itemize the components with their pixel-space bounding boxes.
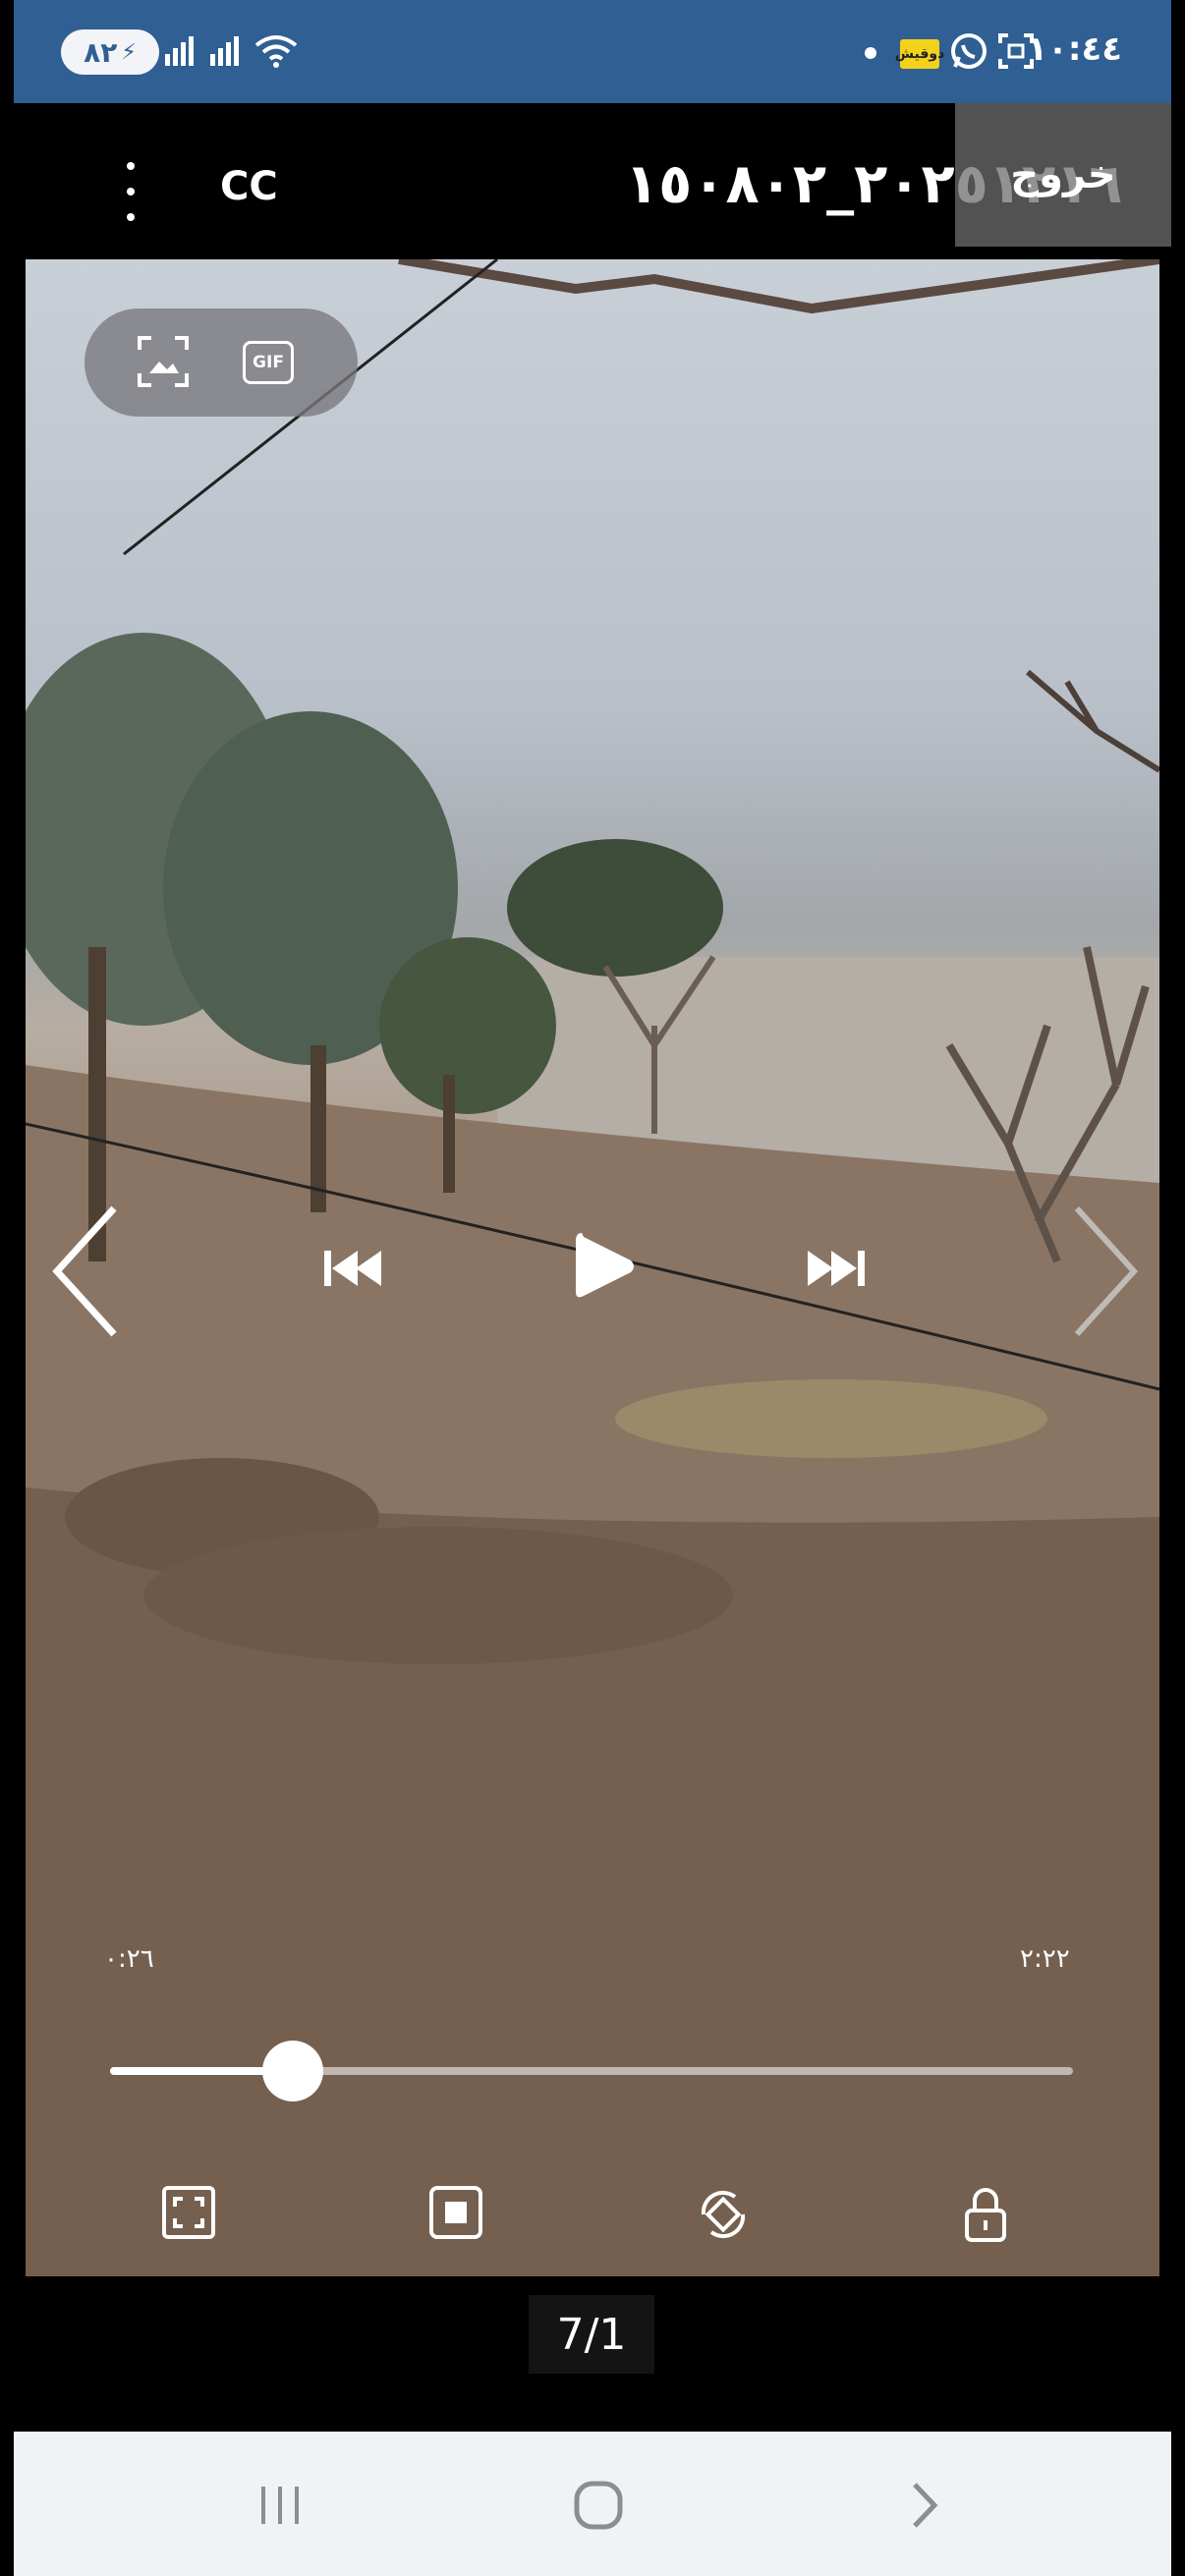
exit-button[interactable]: خروج: [955, 103, 1171, 247]
chevron-left-icon[interactable]: [45, 1203, 124, 1340]
fullscreen-icon[interactable]: [161, 2185, 220, 2244]
wifi-icon: [252, 31, 301, 71]
seek-bar[interactable]: [110, 2041, 1073, 2101]
time-elapsed: ٠:٢٦: [104, 1944, 154, 1974]
status-bar: ٨٢ ⚡ دوقيش ١٠:٤٤: [14, 0, 1171, 103]
previous-icon[interactable]: [318, 1227, 387, 1306]
gif-icon[interactable]: GIF: [240, 334, 297, 391]
seek-thumb[interactable]: [262, 2041, 324, 2101]
whatsapp-icon: [949, 31, 988, 71]
time-total: ٢:٢٢: [1020, 1944, 1070, 1974]
video-frame[interactable]: GIF ٠:٢٦ ٢:٢٢: [26, 259, 1159, 2276]
play-icon[interactable]: [562, 1227, 641, 1306]
system-nav-bar: [14, 2432, 1171, 2576]
dot-icon: [865, 47, 876, 59]
back-icon[interactable]: [890, 2471, 959, 2540]
recent-apps-icon[interactable]: [246, 2471, 314, 2540]
status-clock: ١٠:٤٤: [1027, 29, 1122, 69]
popup-player-icon[interactable]: [428, 2185, 487, 2244]
notification-badge: دوقيش: [895, 39, 944, 69]
capture-image-icon[interactable]: [136, 334, 193, 391]
battery-charging-icon: ⚡: [121, 39, 137, 65]
home-icon[interactable]: [564, 2471, 633, 2540]
capture-toolbar: GIF: [85, 308, 358, 417]
battery-level: ٨٢: [84, 35, 118, 69]
gif-label: GIF: [243, 341, 294, 384]
signal-icon: [161, 31, 200, 71]
next-icon[interactable]: [802, 1227, 871, 1306]
battery-indicator: ٨٢ ⚡: [61, 29, 159, 75]
signal-icon: [206, 31, 246, 71]
rotate-icon[interactable]: [694, 2185, 753, 2244]
chevron-right-icon[interactable]: [1067, 1203, 1146, 1340]
cc-button[interactable]: CC: [220, 164, 278, 209]
top-bar: CC ٢٠٢٥١٢١٦_١٥٠٨٠٢ خروج: [0, 103, 1185, 260]
more-vertical-icon[interactable]: [116, 162, 145, 221]
page-counter: 7/1: [529, 2295, 654, 2374]
lock-icon[interactable]: [961, 2185, 1020, 2244]
